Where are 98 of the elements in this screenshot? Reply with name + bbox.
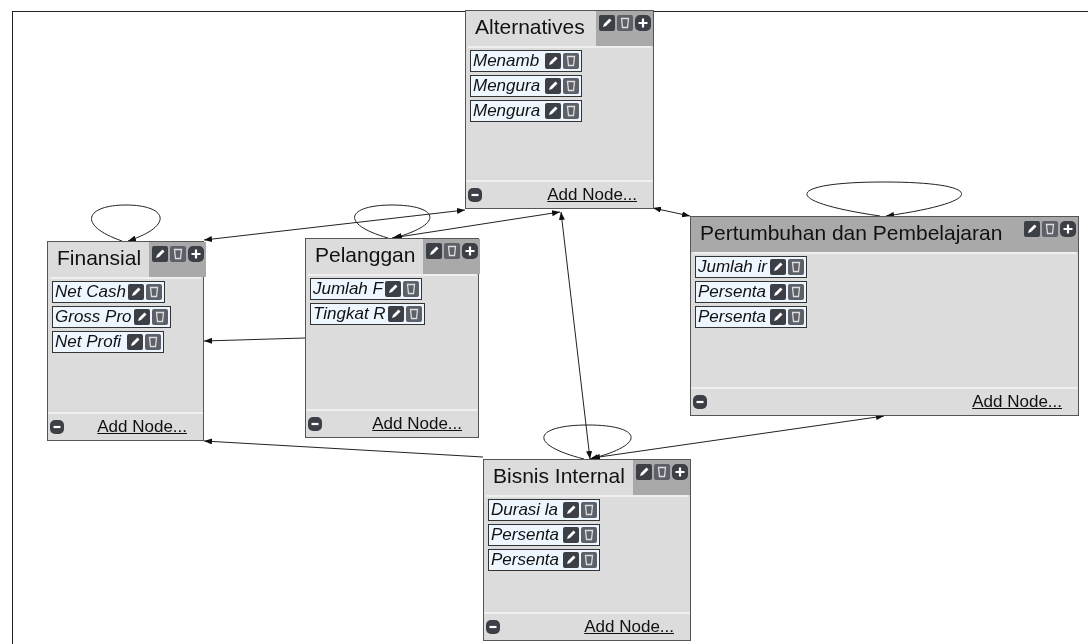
edit-icon[interactable] (127, 334, 143, 350)
trash-icon[interactable] (788, 309, 804, 325)
trash-icon[interactable] (170, 246, 187, 262)
node-title: Bisnis Internal (492, 463, 626, 489)
indicator-item[interactable]: Mengura (470, 75, 582, 97)
trash-icon[interactable] (788, 259, 804, 275)
indicator-item[interactable]: Persenta (695, 281, 807, 303)
edit-icon[interactable] (545, 53, 561, 69)
indicator-item[interactable]: Persenta (488, 549, 600, 571)
indicator-item[interactable]: Durasi la (488, 499, 600, 521)
indicator-label: Persenta (490, 525, 561, 545)
indicator-label: Gross Pro (54, 307, 133, 327)
trash-icon[interactable] (581, 502, 597, 518)
add-node-link[interactable]: Add Node... (584, 617, 674, 637)
indicator-label: Mengura (472, 101, 542, 121)
edit-icon[interactable] (152, 246, 169, 262)
trash-icon[interactable] (581, 552, 597, 568)
edit-icon[interactable] (545, 103, 561, 119)
minus-icon[interactable] (50, 420, 64, 434)
trash-icon[interactable] (617, 15, 633, 31)
node-title: Alternatives (474, 14, 586, 40)
node-header[interactable]: Alternatives (466, 11, 653, 46)
edit-icon[interactable] (636, 464, 652, 480)
edit-icon[interactable] (563, 552, 579, 568)
trash-icon[interactable] (1042, 221, 1058, 237)
indicator-label: Persenta (697, 282, 768, 302)
trash-icon[interactable] (563, 53, 579, 69)
indicator-item[interactable]: Net Profi (52, 331, 164, 353)
trash-icon[interactable] (444, 243, 461, 259)
plus-icon[interactable] (462, 243, 479, 259)
edit-icon[interactable] (385, 281, 401, 297)
indicator-label: Persenta (697, 307, 768, 327)
edit-icon[interactable] (133, 309, 150, 325)
indicator-item[interactable]: Net Cash (52, 281, 165, 303)
indicator-label: Jumlah ir (697, 257, 769, 277)
add-node-link[interactable]: Add Node... (97, 417, 187, 437)
trash-icon[interactable] (563, 78, 579, 94)
add-node-link[interactable]: Add Node... (972, 392, 1062, 412)
diagram-node[interactable]: Finansial Net Cash Gross Pro Net Profi Add Node... (47, 241, 204, 441)
trash-icon[interactable] (654, 464, 670, 480)
indicator-item[interactable]: Persenta (488, 524, 600, 546)
node-title: Finansial (56, 245, 143, 271)
diagram-node[interactable]: Alternatives Menamb Mengura Mengura Add Node... (465, 10, 654, 209)
edit-icon[interactable] (545, 78, 561, 94)
trash-icon[interactable] (581, 527, 597, 543)
minus-icon[interactable] (308, 417, 322, 431)
edit-icon[interactable] (770, 259, 786, 275)
indicator-item[interactable]: Jumlah ir (695, 256, 807, 278)
plus-icon[interactable] (672, 464, 688, 480)
add-node-link[interactable]: Add Node... (547, 185, 637, 205)
node-header[interactable]: Pelanggan (306, 239, 478, 274)
edit-icon[interactable] (563, 527, 579, 543)
trash-icon[interactable] (151, 309, 168, 325)
indicator-item[interactable]: Tingkat R (310, 303, 425, 325)
edit-icon[interactable] (563, 502, 579, 518)
indicator-item[interactable]: Mengura (470, 100, 582, 122)
plus-icon[interactable] (1060, 221, 1076, 237)
trash-icon[interactable] (145, 284, 162, 300)
diagram-node[interactable]: Pelanggan Jumlah F Tingkat R Add Node... (305, 238, 479, 438)
add-node-link[interactable]: Add Node... (372, 414, 462, 434)
indicator-label: Net Profi (54, 332, 123, 352)
indicator-item[interactable]: Persenta (695, 306, 807, 328)
edit-icon[interactable] (387, 306, 404, 322)
connector-arrow (652, 206, 691, 218)
node-header[interactable]: Bisnis Internal (484, 460, 690, 495)
indicator-label: Mengura (472, 76, 542, 96)
indicator-label: Durasi la (490, 500, 560, 520)
edit-icon[interactable] (426, 243, 443, 259)
node-title: Pelanggan (314, 242, 417, 268)
node-title: Pertumbuhan dan Pembelajaran (699, 220, 1004, 246)
indicator-item[interactable]: Gross Pro (52, 306, 171, 328)
edit-icon[interactable] (127, 284, 144, 300)
trash-icon[interactable] (405, 306, 422, 322)
indicator-label: Tingkat R (312, 304, 387, 324)
edit-icon[interactable] (599, 15, 615, 31)
trash-icon[interactable] (145, 334, 161, 350)
plus-icon[interactable] (635, 15, 651, 31)
trash-icon[interactable] (403, 281, 419, 297)
edit-icon[interactable] (770, 309, 786, 325)
minus-icon[interactable] (486, 620, 500, 634)
self-loop-arrow (91, 204, 161, 242)
indicator-item[interactable]: Menamb (470, 50, 582, 72)
diagram-node[interactable]: Pertumbuhan dan Pembelajaran Jumlah ir Persenta Persenta Add Node... (690, 216, 1079, 416)
minus-icon[interactable] (468, 188, 482, 202)
indicator-label: Net Cash (54, 282, 127, 302)
plus-icon[interactable] (188, 246, 205, 262)
diagram-node[interactable]: Bisnis Internal Durasi la Persenta Persenta Add Node... (483, 459, 691, 641)
indicator-label: Menamb (472, 51, 541, 71)
trash-icon[interactable] (788, 284, 804, 300)
indicator-label: Persenta (490, 550, 561, 570)
indicator-label: Jumlah F (312, 279, 385, 299)
minus-icon[interactable] (693, 395, 707, 409)
edit-icon[interactable] (1024, 221, 1040, 237)
trash-icon[interactable] (563, 103, 579, 119)
edit-icon[interactable] (770, 284, 786, 300)
indicator-item[interactable]: Jumlah F (310, 278, 422, 300)
node-header[interactable]: Pertumbuhan dan Pembelajaran (691, 217, 1078, 252)
node-header[interactable]: Finansial (48, 242, 203, 277)
